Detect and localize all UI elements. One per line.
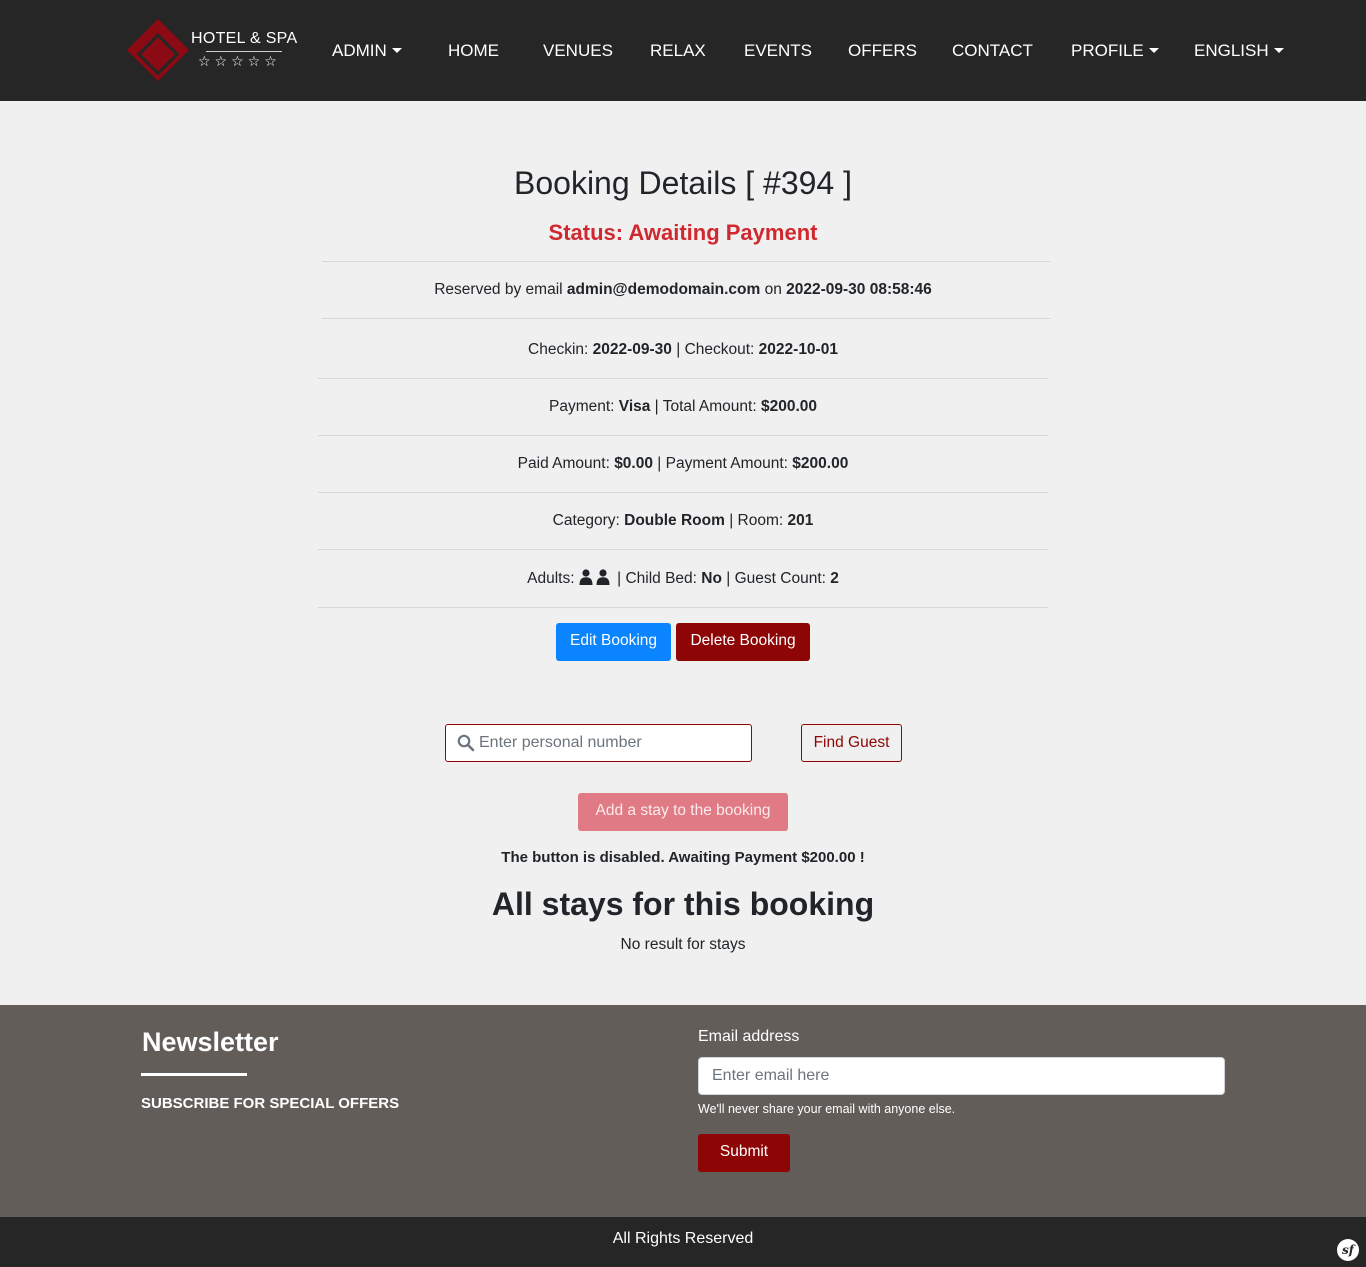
room-number: 201 [787,512,814,529]
nav-relax[interactable]: RELAX [650,40,706,62]
delete-booking-button[interactable]: Delete Booking [676,623,810,661]
newsletter-title: Newsletter [142,1027,279,1057]
logo-text: HOTEL & SPA [191,30,298,47]
payment-amount: $200.00 [792,455,849,472]
nav-offers[interactable]: OFFERS [848,40,917,62]
stays-title: All stays for this booking [491,886,875,922]
email-help-text: We'll never share your email with anyone… [698,1102,956,1116]
nav-home[interactable]: HOME [448,40,499,62]
paid-row: Paid Amount: $0.00 | Payment Amount: $20… [517,455,849,472]
divider [318,435,1048,436]
reserved-row: Reserved by email admin@demodomain.com o… [434,281,932,298]
caret-down-icon [1273,48,1284,53]
divider [322,318,1051,319]
submit-button[interactable]: Submit [698,1134,790,1172]
add-stay-button: Add a stay to the booking [578,793,788,831]
symfony-icon[interactable]: sf [1337,1239,1359,1261]
logo-divider [206,51,282,52]
logo-stars-icon: ☆☆☆☆☆ [198,54,281,70]
divider [322,261,1051,262]
navbar: HOTEL & SPA ☆☆☆☆☆ ADMIN HOME VENUES RELA… [0,0,1366,101]
dates-row: Checkin: 2022-09-30 | Checkout: 2022-10-… [528,341,838,358]
room-category: Double Room [624,512,725,529]
divider [318,378,1048,379]
copyright-text: All Rights Reserved [612,1230,754,1247]
disabled-note: The button is disabled. Awaiting Payment… [501,849,865,866]
stays-empty-text: No result for stays [620,936,746,953]
newsletter-subtitle: SUBSCRIBE FOR SPECIAL OFFERS [141,1095,400,1112]
payment-method: Visa [618,398,651,415]
total-amount: $200.00 [760,398,817,415]
nav-events[interactable]: EVENTS [744,40,812,62]
reserved-at: 2022-09-30 08:58:46 [786,281,932,298]
status-text: Status: Awaiting Payment [548,220,818,245]
nav-admin[interactable]: ADMIN [332,40,402,62]
personal-number-search [445,724,752,762]
caret-down-icon [391,48,402,53]
page-title: Booking Details [ #394 ] [514,165,852,201]
divider [318,607,1048,608]
user-icon [596,569,610,585]
reserved-email: admin@demodomain.com [566,281,761,298]
email-field[interactable] [698,1057,1225,1095]
guests-row: Adults: | Child Bed: No | Guest Count: 2 [527,569,839,587]
divider [318,492,1048,493]
checkin-date: 2022-09-30 [592,341,672,358]
caret-down-icon [1148,48,1159,53]
nav-language[interactable]: ENGLISH [1194,40,1284,62]
nav-venues[interactable]: VENUES [543,40,613,62]
find-guest-button[interactable]: Find Guest [801,724,902,762]
guest-count: 2 [830,570,839,587]
child-bed: No [701,570,722,587]
logo[interactable]: HOTEL & SPA ☆☆☆☆☆ [126,18,298,82]
user-icon [579,569,593,585]
personal-number-input[interactable] [479,725,744,761]
email-label: Email address [698,1028,800,1045]
adults-icons [579,569,613,587]
nav-profile[interactable]: PROFILE [1071,40,1159,62]
nav-contact[interactable]: CONTACT [952,40,1033,62]
bottom-bar: All Rights Reserved sf [0,1217,1366,1267]
edit-booking-button[interactable]: Edit Booking [556,623,671,661]
newsletter-footer: Newsletter SUBSCRIBE FOR SPECIAL OFFERS … [0,1005,1366,1217]
checkout-date: 2022-10-01 [758,341,838,358]
logo-diamond-icon [126,18,190,82]
divider [318,549,1048,550]
paid-amount: $0.00 [614,455,653,472]
newsletter-underline [141,1073,247,1076]
payment-row: Payment: Visa | Total Amount: $200.00 [548,398,817,415]
room-row: Category: Double Room | Room: 201 [552,512,814,529]
search-icon [457,734,475,752]
